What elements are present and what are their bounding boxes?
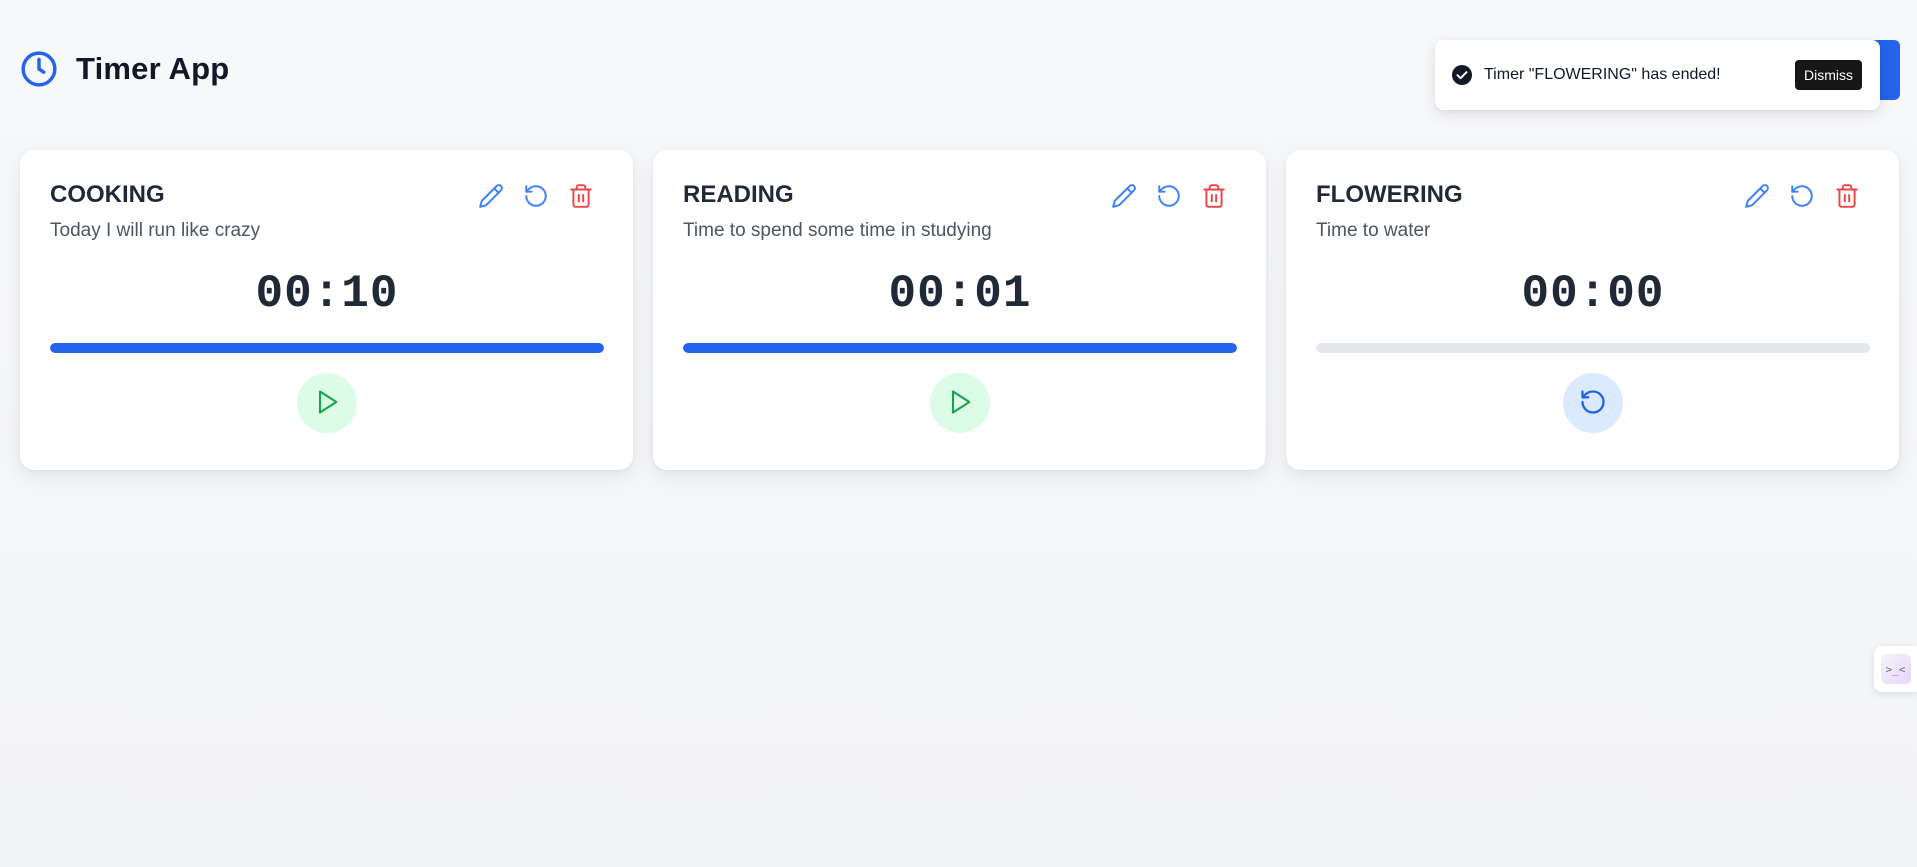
trash-icon (568, 183, 594, 212)
reset-icon (1789, 183, 1815, 212)
edit-button[interactable] (1742, 182, 1772, 212)
progress-fill (50, 343, 604, 353)
timer-description: Time to spend some time in studying (683, 220, 992, 241)
control-row (50, 373, 604, 433)
delete-button[interactable] (1199, 182, 1229, 212)
timer-card-cooking: COOKING Today I will run like crazy 00:1… (20, 150, 633, 470)
timer-title: COOKING (50, 181, 165, 208)
progress-fill (683, 343, 1237, 353)
app-header: Timer App (20, 48, 229, 90)
play-icon (946, 388, 974, 419)
timer-card-flowering: FLOWERING Time to water 00:00 (1286, 150, 1899, 470)
card-header: FLOWERING (1316, 180, 1870, 212)
card-header: READING (683, 180, 1237, 212)
reset-icon (1156, 183, 1182, 212)
pencil-icon (478, 183, 504, 212)
card-actions (1109, 182, 1229, 212)
delete-button[interactable] (1832, 182, 1862, 212)
restart-button[interactable] (1563, 373, 1623, 433)
timer-description: Today I will run like crazy (50, 220, 261, 241)
play-button[interactable] (930, 373, 990, 433)
toast-message: Timer "FLOWERING" has ended! (1484, 66, 1721, 83)
edit-button[interactable] (476, 182, 506, 212)
check-circle-icon (1452, 65, 1472, 85)
progress-bar (683, 343, 1237, 353)
time-display: 00:01 (888, 268, 1032, 320)
delete-button[interactable] (566, 182, 596, 212)
timer-title: READING (683, 181, 794, 208)
card-actions (476, 182, 596, 212)
pencil-icon (1744, 183, 1770, 212)
control-row (1316, 373, 1870, 433)
card-header: COOKING (50, 180, 604, 212)
progress-bar (1316, 343, 1870, 353)
app-title: Timer App (76, 51, 230, 86)
play-icon (313, 388, 341, 419)
reset-icon (523, 183, 549, 212)
face-icon: >_< (1880, 654, 1911, 684)
progress-bar (50, 343, 604, 353)
play-button[interactable] (297, 373, 357, 433)
trash-icon (1834, 183, 1860, 212)
reset-button[interactable] (1787, 182, 1817, 212)
clock-icon (20, 50, 58, 88)
trash-icon (1201, 183, 1227, 212)
reset-button[interactable] (1154, 182, 1184, 212)
timer-title: FLOWERING (1316, 181, 1463, 208)
restart-icon (1579, 388, 1607, 419)
edit-button[interactable] (1109, 182, 1139, 212)
timer-description: Time to water (1316, 220, 1431, 241)
timer-card-reading: READING Time to spend some time in study… (653, 150, 1266, 470)
time-display: 00:00 (1521, 268, 1665, 320)
toast-notification: Timer "FLOWERING" has ended! Dismiss (1435, 40, 1880, 110)
timer-list: COOKING Today I will run like crazy 00:1… (20, 150, 1899, 470)
control-row (683, 373, 1237, 433)
pencil-icon (1111, 183, 1137, 212)
time-display: 00:10 (255, 268, 399, 320)
reset-button[interactable] (521, 182, 551, 212)
card-actions (1742, 182, 1862, 212)
dismiss-button[interactable]: Dismiss (1795, 60, 1862, 90)
side-widget-button[interactable]: >_< (1874, 646, 1917, 692)
